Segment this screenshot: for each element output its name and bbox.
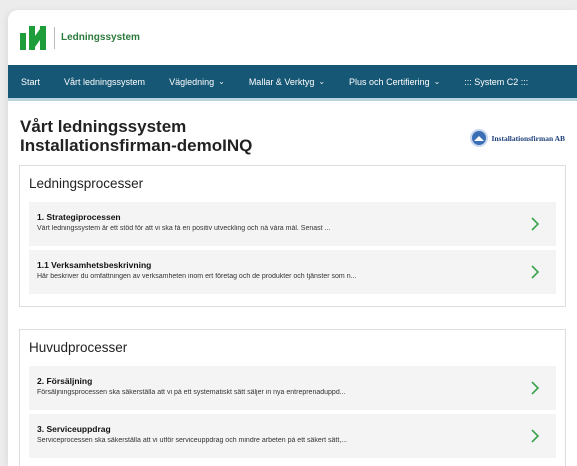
nav-item-vart-ledningssystem[interactable]: Vårt ledningssystem bbox=[64, 77, 145, 87]
nav-item-label: Vårt ledningssystem bbox=[64, 76, 146, 87]
brand-name: Ledningssystem bbox=[61, 32, 140, 43]
chevron-down-icon: ⌄ bbox=[433, 77, 441, 86]
card-title: 1.1 Verksamhetsbeskrivning bbox=[37, 260, 152, 270]
card-description: Försäljningsprocessen ska säkerställa at… bbox=[37, 389, 346, 396]
main-nav: Start Vårt ledningssystem Vägledning ⌄ Ma… bbox=[8, 65, 577, 98]
nav-item-start[interactable]: Start bbox=[21, 77, 40, 87]
chevron-right-icon bbox=[531, 265, 540, 279]
nav-item-label: Vägledning bbox=[169, 76, 215, 87]
nav-item-label: Plus och Certifiering bbox=[349, 76, 430, 87]
card-description: Här beskriver du omfattningen av verksam… bbox=[37, 273, 357, 280]
nav-item-label: Start bbox=[21, 76, 41, 87]
process-card[interactable]: 1. Strategiprocessen Vårt ledningssystem… bbox=[29, 202, 556, 246]
company-badge: Installationsfirman AB bbox=[470, 129, 565, 147]
process-card[interactable]: 3. Serviceuppdrag Serviceprocessen ska s… bbox=[29, 414, 556, 458]
section-title: Ledningsprocesser bbox=[29, 176, 144, 191]
company-name: Installationsfirman AB bbox=[491, 133, 565, 143]
site-header: Ledningssystem bbox=[8, 10, 577, 65]
nav-item-system-c2[interactable]: ::: System C2 ::: bbox=[464, 77, 528, 87]
process-card[interactable]: 1.1 Verksamhetsbeskrivning Här beskriver… bbox=[29, 250, 556, 294]
nav-item-plus-certifiering[interactable]: Plus och Certifiering ⌄ bbox=[349, 77, 440, 87]
logo-divider bbox=[54, 26, 55, 49]
chevron-right-icon bbox=[531, 381, 540, 395]
chevron-down-icon: ⌄ bbox=[218, 77, 225, 86]
company-logo-icon bbox=[470, 129, 489, 147]
card-title: 2. Försäljning bbox=[37, 376, 93, 386]
card-title: 1. Strategiprocessen bbox=[37, 212, 121, 222]
section-ledningsprocesser: Ledningsprocesser 1. Strategiprocessen V… bbox=[19, 165, 566, 307]
nav-item-label: Mallar & Verktyg bbox=[248, 76, 315, 87]
card-title: 3. Serviceuppdrag bbox=[37, 424, 111, 434]
section-title: Huvudprocesser bbox=[29, 340, 128, 355]
nav-item-label: ::: System C2 ::: bbox=[464, 76, 529, 87]
card-description: Serviceprocessen ska säkerställa att vi … bbox=[37, 437, 348, 444]
brand-logo[interactable]: Ledningssystem bbox=[20, 23, 140, 53]
nav-item-mallar-verktyg[interactable]: Mallar & Verktyg ⌄ bbox=[249, 77, 325, 87]
chevron-right-icon bbox=[531, 429, 540, 443]
section-huvudprocesser: Huvudprocesser 2. Försäljning Försäljnin… bbox=[19, 329, 566, 466]
card-description: Vårt ledningssystem är ett stöd för att … bbox=[37, 225, 331, 232]
process-card[interactable]: 2. Försäljning Försäljningsprocessen ska… bbox=[29, 366, 556, 410]
app-window: Ledningssystem Start Vårt ledningssystem… bbox=[8, 10, 577, 466]
chevron-right-icon bbox=[531, 217, 540, 231]
chevron-down-icon: ⌄ bbox=[318, 77, 326, 86]
inq-logo-icon bbox=[20, 25, 47, 50]
nav-item-vagledning[interactable]: Vägledning ⌄ bbox=[169, 77, 225, 87]
page-header: Vårt ledningssystem Installationsfirman-… bbox=[8, 101, 577, 165]
